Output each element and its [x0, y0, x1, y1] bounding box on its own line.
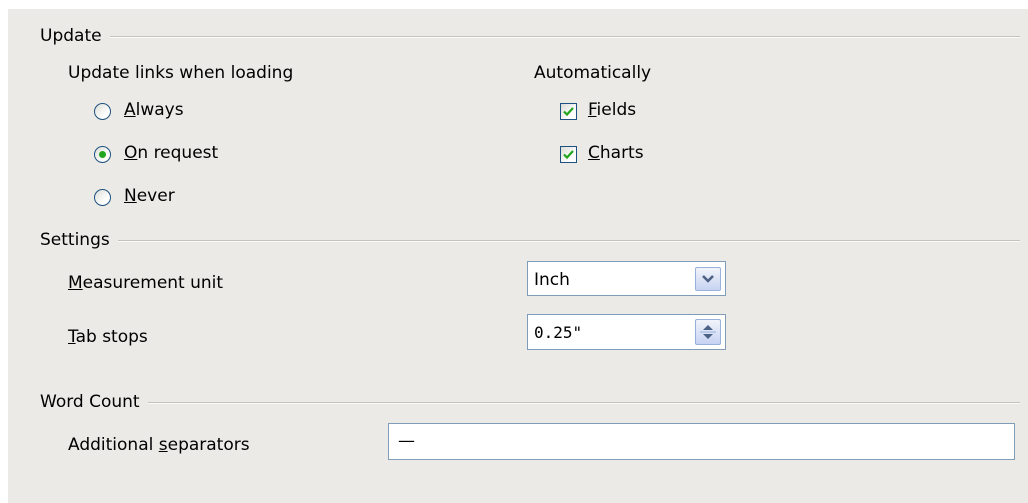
radio-circle-icon[interactable] — [94, 103, 111, 120]
tab-stops-label: Tab stops — [68, 327, 148, 347]
settings-section-header: Settings — [40, 229, 1020, 251]
checkbox-charts-label: Charts — [588, 143, 644, 163]
checkbox-box[interactable] — [560, 146, 577, 163]
radio-on-request-label: On request — [124, 143, 219, 163]
radio-circle-icon[interactable] — [94, 189, 111, 206]
measurement-unit-label: Measurement unit — [68, 273, 224, 293]
options-panel: Update Update links when loading Always … — [8, 9, 1028, 503]
spin-arrows-icon — [700, 325, 716, 339]
spin-button[interactable] — [695, 319, 721, 345]
chevron-down-icon — [702, 275, 714, 283]
radio-selected-dot-icon — [99, 151, 106, 158]
checkbox-box[interactable] — [560, 103, 577, 120]
section-divider — [147, 402, 1020, 404]
dropdown-button[interactable] — [695, 267, 721, 291]
additional-separators-value: — — [398, 431, 415, 451]
section-divider — [109, 36, 1020, 38]
measurement-unit-value: Inch — [534, 270, 570, 290]
checkmark-icon — [563, 150, 574, 160]
update-section-header: Update — [40, 25, 1020, 47]
word-count-section-label: Word Count — [40, 392, 140, 412]
tab-stops-value: 0.25" — [534, 323, 583, 342]
measurement-unit-select[interactable]: Inch — [527, 261, 726, 296]
checkmark-icon — [563, 107, 574, 117]
checkbox-charts[interactable]: Charts — [560, 142, 760, 168]
section-divider — [117, 240, 1020, 242]
radio-always[interactable]: Always — [94, 99, 294, 125]
radio-on-request[interactable]: On request — [94, 142, 294, 168]
tab-stops-spinfield[interactable]: 0.25" — [527, 314, 726, 350]
radio-never-label: Never — [124, 186, 175, 206]
radio-always-label: Always — [124, 100, 184, 120]
update-links-label: Update links when loading — [68, 63, 294, 83]
radio-circle-icon[interactable] — [94, 146, 111, 163]
settings-section-label: Settings — [40, 230, 110, 250]
checkbox-fields-label: Fields — [588, 100, 637, 120]
checkbox-fields[interactable]: Fields — [560, 99, 760, 125]
automatically-label: Automatically — [534, 63, 652, 83]
update-section-label: Update — [40, 26, 102, 46]
additional-separators-input[interactable]: — — [388, 423, 1015, 460]
additional-separators-label: Additional separators — [68, 435, 250, 455]
word-count-section-header: Word Count — [40, 391, 1020, 413]
radio-never[interactable]: Never — [94, 185, 294, 211]
